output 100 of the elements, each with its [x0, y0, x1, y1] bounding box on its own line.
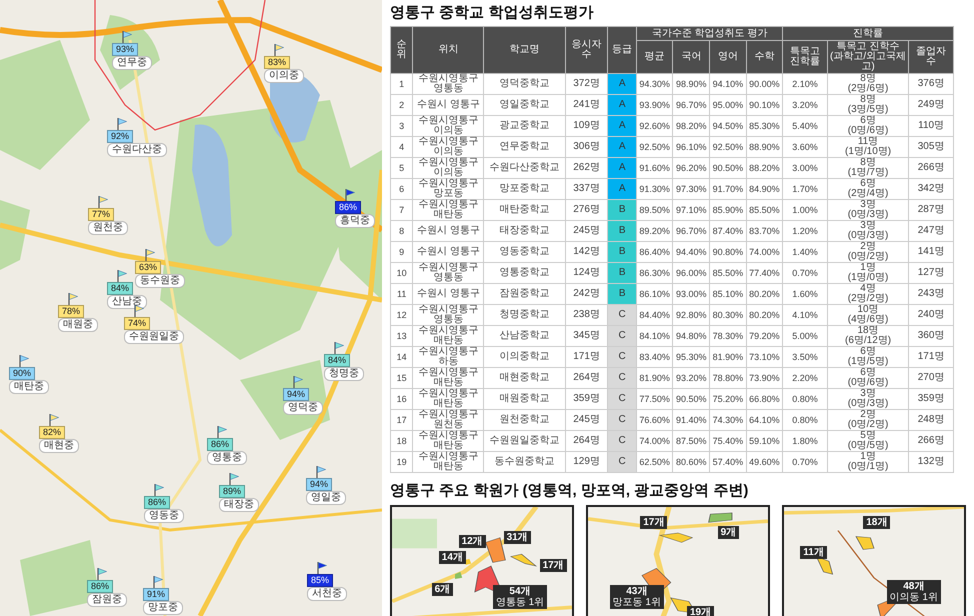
- table-cell: 62.50%: [636, 452, 673, 472]
- column-header: 수학: [746, 40, 783, 74]
- table-cell: 수원시영통구 망포동: [412, 178, 484, 200]
- column-header: 등급: [608, 26, 636, 74]
- flag-icon: [154, 484, 164, 496]
- table-cell: 0.70%: [782, 452, 828, 472]
- percent-label: 74%: [124, 317, 150, 330]
- column-header: 위치: [412, 26, 484, 74]
- school-label: 태장중: [219, 498, 259, 512]
- flag-icon: [217, 426, 227, 438]
- school-label: 흥덕중: [335, 214, 375, 228]
- table-cell: 11: [390, 284, 413, 304]
- column-header: 특목고 진학수 (과학고/외고국제고): [827, 40, 909, 74]
- percent-label: 86%: [207, 438, 234, 451]
- flag-icon: [117, 118, 127, 130]
- table-cell: 96.70%: [672, 220, 710, 242]
- table-cell: 1: [390, 74, 413, 94]
- school-label: 영통중: [207, 451, 247, 465]
- table-cell: 88.20%: [746, 158, 783, 178]
- school-label: 망포중: [143, 601, 183, 615]
- school-label: 영동중: [144, 509, 184, 523]
- table-cell: 수원시영통구 영통동: [412, 262, 484, 284]
- flag-icon: [122, 31, 132, 43]
- table-cell: 3.60%: [782, 136, 828, 158]
- school-label: 청명중: [324, 367, 364, 381]
- grade-cell: C: [608, 388, 636, 410]
- table-cell: 73.90%: [746, 368, 783, 388]
- flag-icon: [229, 473, 239, 485]
- table-cell: 94.80%: [672, 326, 710, 346]
- table-cell: 90.50%: [710, 158, 746, 178]
- table-cell: 4: [390, 136, 413, 158]
- grade-cell: C: [608, 304, 636, 326]
- table-cell: 수원시 영통구: [412, 284, 484, 304]
- table-cell: 57.40%: [710, 452, 746, 472]
- grade-cell: C: [608, 326, 636, 346]
- grade-cell: B: [608, 220, 636, 242]
- percent-label: 86%: [87, 580, 114, 593]
- table-cell: 97.10%: [672, 200, 710, 220]
- count-label: 11개: [800, 546, 827, 559]
- table-cell: 매현중학교: [484, 368, 566, 388]
- table-cell: 49.60%: [746, 452, 783, 472]
- flag-icon: [49, 414, 59, 426]
- table-cell: 수원시 영통구: [412, 220, 484, 242]
- table-cell: 이의중학교: [484, 346, 566, 368]
- school-label: 서천중: [307, 587, 347, 601]
- table-cell: 132명: [908, 452, 954, 472]
- table-cell: 85.30%: [746, 116, 783, 136]
- table-cell: 85.10%: [710, 284, 746, 304]
- table-cell: 17: [390, 410, 413, 430]
- table-cell: 77.40%: [746, 262, 783, 284]
- table-cell: 2명 (0명/2명): [827, 242, 909, 262]
- table-cell: 수원시영통구 영통동: [412, 74, 484, 94]
- flag-icon: [134, 305, 144, 317]
- table-cell: 98.20%: [672, 116, 710, 136]
- table-cell: 3명 (0명/3명): [827, 200, 909, 220]
- table-cell: 매원중학교: [484, 388, 566, 410]
- table-cell: 96.20%: [672, 158, 710, 178]
- table-cell: 8명 (1명/7명): [827, 158, 909, 178]
- table-cell: 8: [390, 220, 413, 242]
- table-cell: 95.30%: [672, 346, 710, 368]
- flag-icon: [317, 562, 327, 574]
- table-cell: 342명: [908, 178, 954, 200]
- table-cell: 2명 (0명/2명): [827, 410, 909, 430]
- table-cell: 84.40%: [636, 304, 673, 326]
- table-cell: 연무중학교: [484, 136, 566, 158]
- table-cell: 2: [390, 94, 413, 116]
- table-cell: 8명 (3명/5명): [827, 94, 909, 116]
- table-cell: 305명: [908, 136, 954, 158]
- table-cell: 270명: [908, 368, 954, 388]
- grade-cell: A: [608, 74, 636, 94]
- table-cell: 92.60%: [636, 116, 673, 136]
- flag-icon: [153, 576, 163, 588]
- table-cell: 360명: [908, 326, 954, 346]
- table-cell: 98.90%: [672, 74, 710, 94]
- table-cell: 266명: [908, 158, 954, 178]
- table-cell: 16: [390, 388, 413, 410]
- table-cell: 5.40%: [782, 116, 828, 136]
- flag-icon: [145, 249, 155, 261]
- percent-label: 93%: [112, 43, 138, 56]
- table-cell: 영덕중학교: [484, 74, 566, 94]
- grade-cell: A: [608, 158, 636, 178]
- count-label: 48개 이의동 1위: [886, 580, 941, 604]
- school-label: 수원원일중: [124, 330, 184, 344]
- table-cell: 6명 (0명/6명): [827, 116, 909, 136]
- count-label: 17개: [640, 516, 668, 530]
- percent-label: 84%: [107, 282, 134, 295]
- section-title: 영통구 주요 학원가 (영통역, 망포역, 광교중앙역 주변): [390, 481, 750, 500]
- table-cell: 88.90%: [746, 136, 783, 158]
- table-cell: 수원원일중학교: [484, 430, 566, 452]
- table-cell: 6: [390, 178, 413, 200]
- table-cell: 86.40%: [636, 242, 673, 262]
- table-cell: 287명: [908, 200, 954, 220]
- table-cell: 14: [390, 346, 413, 368]
- table-cell: 9: [390, 242, 413, 262]
- table-cell: 1.40%: [782, 242, 828, 262]
- table-cell: 83.40%: [636, 346, 673, 368]
- grade-cell: C: [608, 430, 636, 452]
- grade-cell: C: [608, 346, 636, 368]
- grade-cell: A: [608, 178, 636, 200]
- table-cell: 78.80%: [710, 368, 746, 388]
